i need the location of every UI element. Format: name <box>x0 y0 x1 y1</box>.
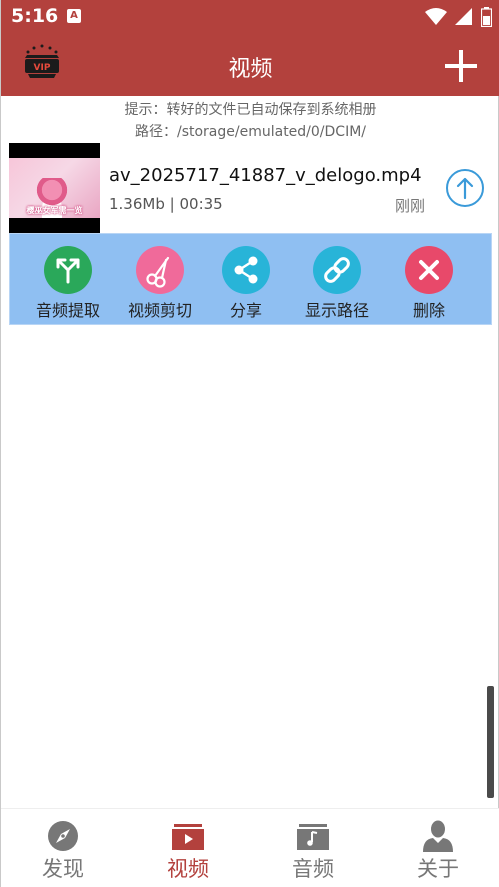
video-thumbnail: 樱巫女军需一览 <box>9 143 100 233</box>
battery-icon <box>481 7 492 27</box>
action-label: 显示路径 <box>304 301 369 320</box>
split-arrows-icon <box>44 246 92 294</box>
extract-audio-button[interactable]: 音频提取 <box>22 234 114 326</box>
status-bar: 5:16 A <box>1 0 499 34</box>
video-folder-icon <box>171 819 205 853</box>
nav-item-about[interactable]: 关于 <box>376 809 499 887</box>
signal-icon <box>454 8 472 25</box>
nav-label: 视频 <box>167 857 209 881</box>
action-label: 分享 <box>229 301 262 320</box>
status-icons <box>422 7 492 27</box>
nav-label: 音频 <box>292 857 334 881</box>
hint-text: 提示：转好的文件已自动保存到系统相册 <box>124 102 377 118</box>
show-path-button[interactable]: 显示路径 <box>291 234 383 326</box>
path-text: 路径：/storage/emulated/0/DCIM/ <box>134 124 367 140</box>
music-folder-icon <box>296 819 330 853</box>
video-list-item[interactable]: 樱巫女军需一览 av_2025717_41887_v_delogo.mp4 1.… <box>9 143 492 233</box>
page-title: 视频 <box>228 57 273 82</box>
notification-icon: A <box>67 9 81 23</box>
cut-video-button[interactable]: 视频剪切 <box>114 234 206 326</box>
person-icon <box>421 819 455 853</box>
upload-arrow-icon <box>446 169 484 207</box>
nav-label: 发现 <box>42 857 84 881</box>
app-bar: VIP 视频 <box>1 34 499 96</box>
share-button[interactable]: 分享 <box>200 234 292 326</box>
action-label: 音频提取 <box>35 301 100 320</box>
app-frame: 5:16 A VIP 视频 提示：转好的文件已自动保存到系统相册 路径：/sto… <box>0 0 499 887</box>
scissors-icon <box>136 246 184 294</box>
nav-label: 关于 <box>417 857 459 881</box>
status-time: 5:16 <box>11 5 59 27</box>
action-label: 删除 <box>412 301 445 320</box>
nav-item-discover[interactable]: 发现 <box>1 809 125 887</box>
nav-item-video[interactable]: 视频 <box>126 809 250 887</box>
video-size: 1.36Mb <box>109 195 165 213</box>
link-icon <box>313 246 361 294</box>
delete-button[interactable]: 删除 <box>383 234 475 326</box>
close-icon <box>405 246 453 294</box>
upload-button[interactable] <box>445 168 485 208</box>
video-meta: 1.36Mb | 00:35 <box>109 195 223 213</box>
action-panel: 音频提取 视频剪切 分享 显示路径 删除 <box>9 233 492 325</box>
video-time-ago: 刚刚 <box>395 197 426 215</box>
video-file-name: av_2025717_41887_v_delogo.mp4 <box>109 165 422 186</box>
bottom-navigation: 发现 视频 音频 关于 <box>1 808 499 887</box>
compass-icon <box>46 819 80 853</box>
add-button[interactable] <box>444 49 478 83</box>
nav-item-audio[interactable]: 音频 <box>251 809 375 887</box>
action-label: 视频剪切 <box>127 301 192 320</box>
video-duration: 00:35 <box>179 195 223 213</box>
plus-icon <box>445 50 477 82</box>
share-icon <box>222 246 270 294</box>
scrollbar-thumb[interactable] <box>487 686 494 798</box>
wifi-icon <box>424 8 447 25</box>
thumbnail-image: 樱巫女军需一览 <box>9 158 100 218</box>
thumbnail-caption: 樱巫女军需一览 <box>26 206 83 215</box>
meta-separator: | <box>169 195 175 213</box>
